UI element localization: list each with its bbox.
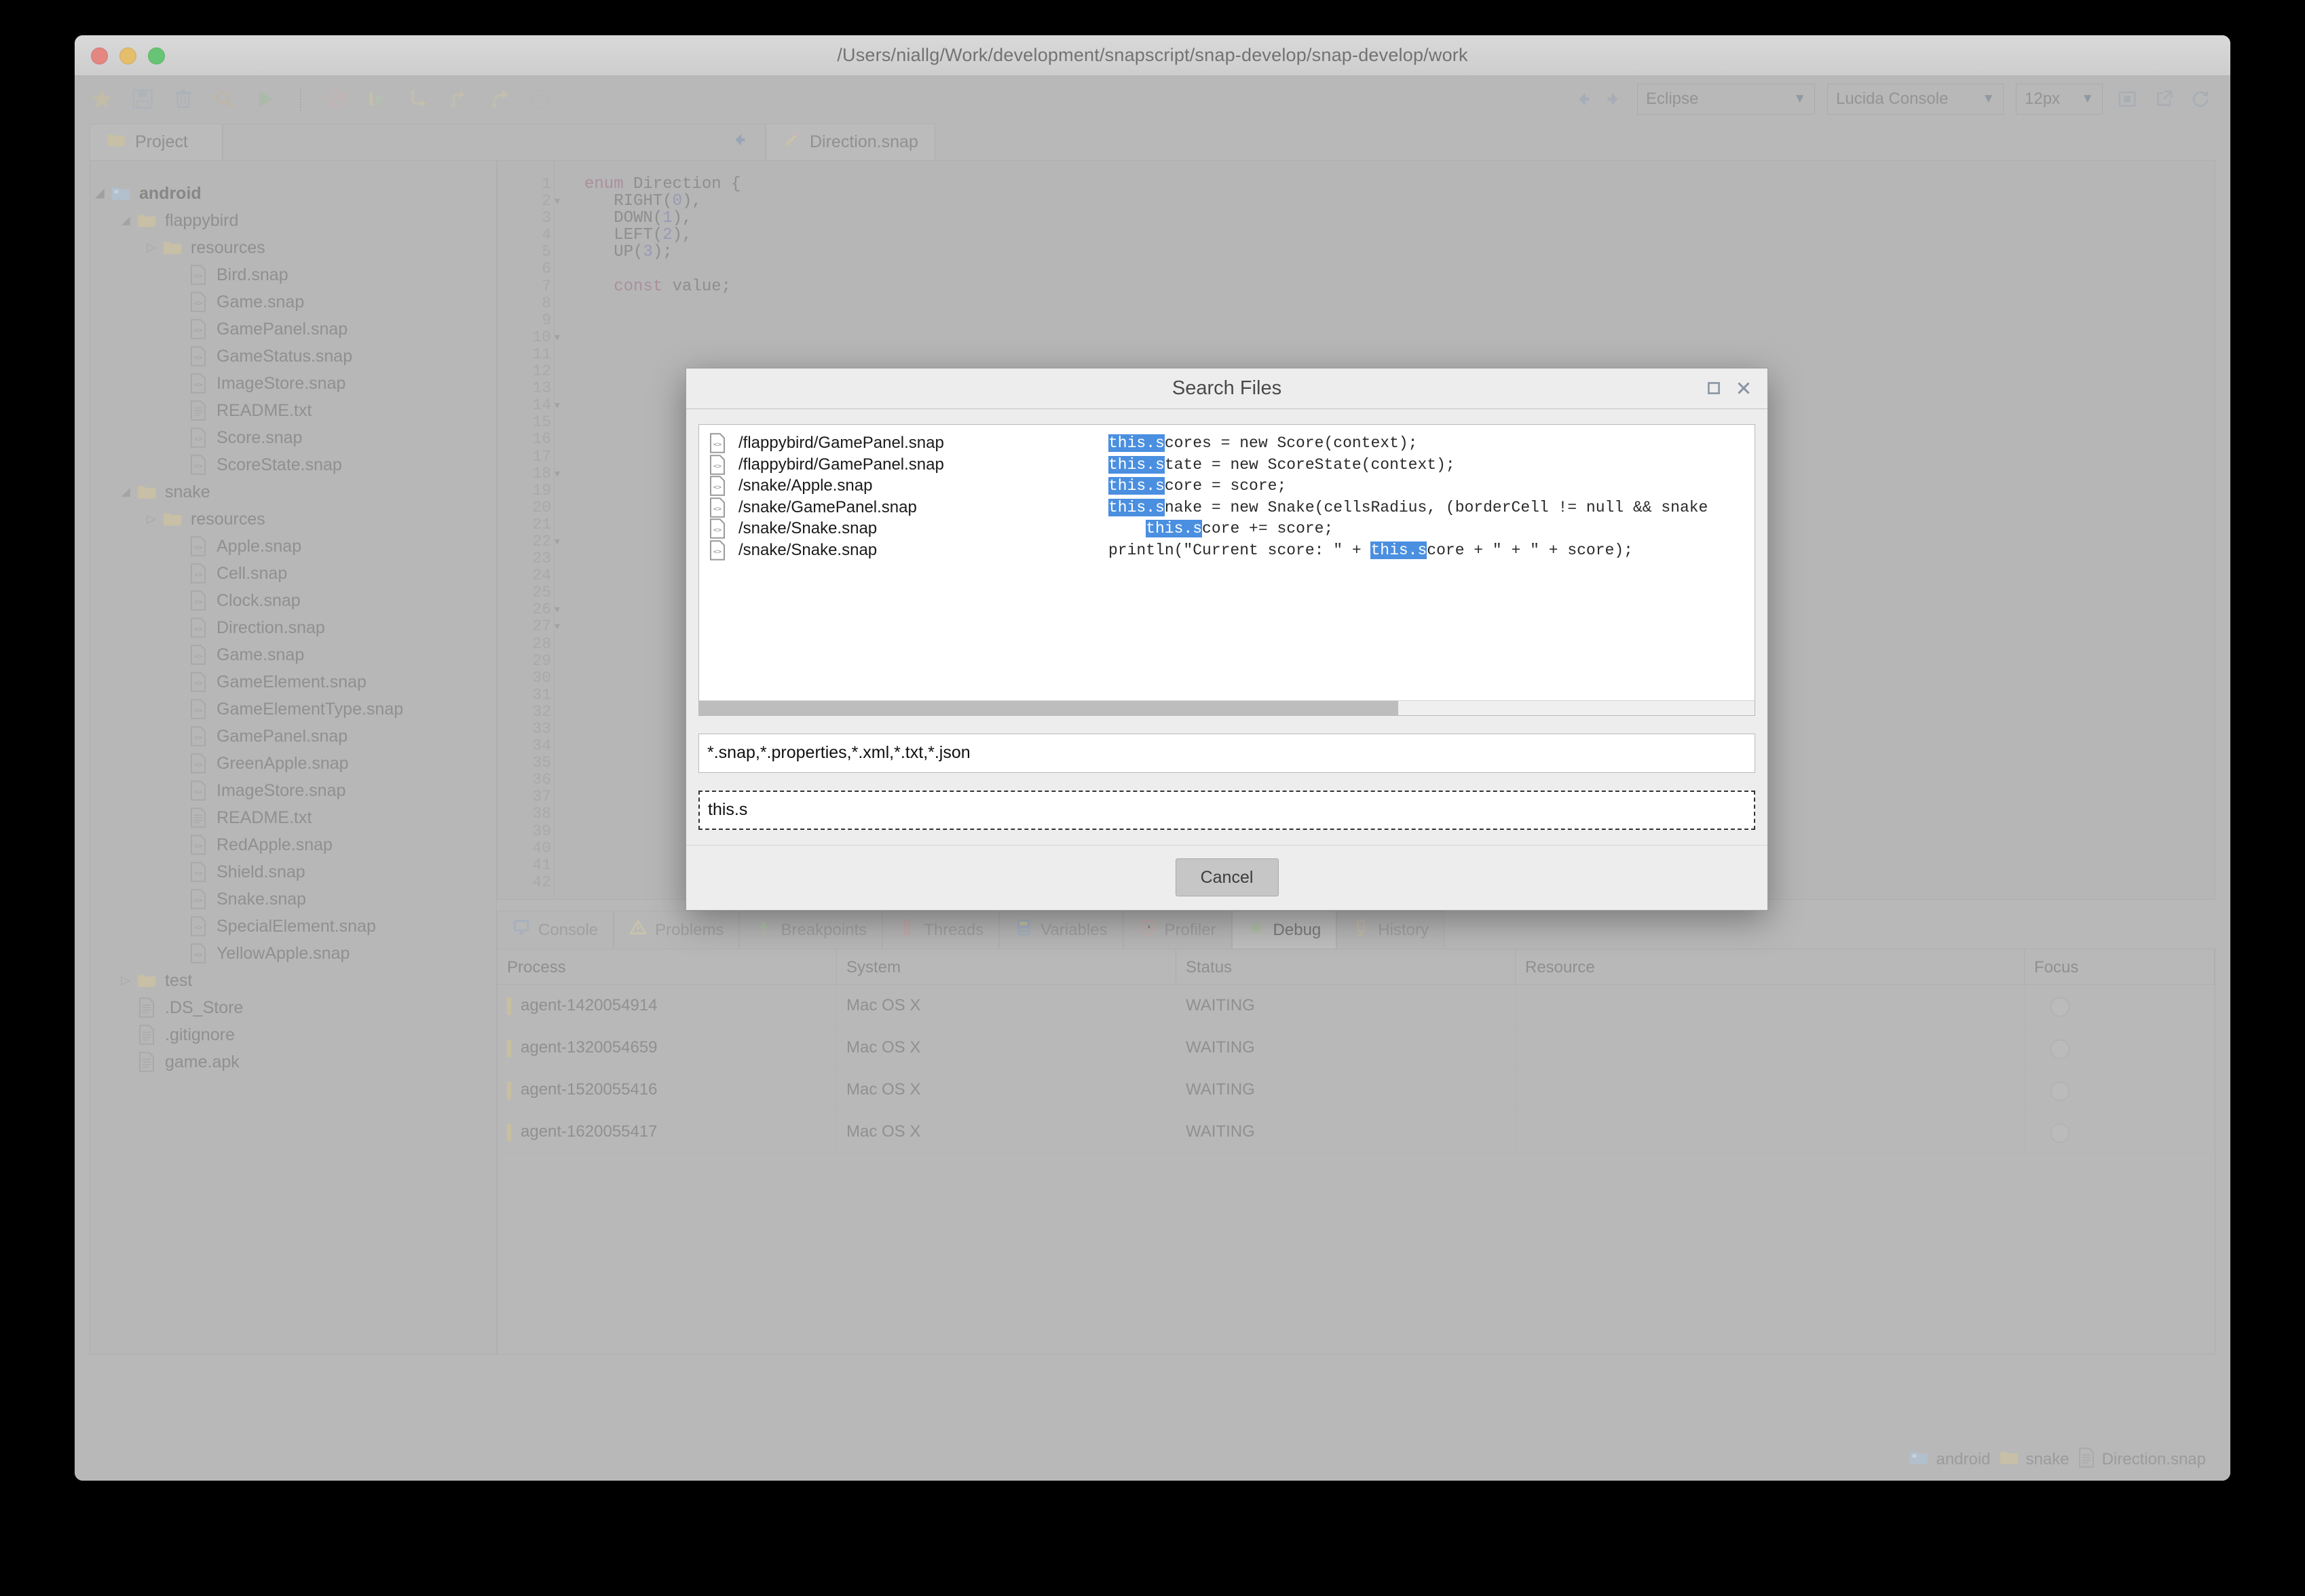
search-term-value: this.s — [708, 800, 748, 820]
snippet-prefix: println("Current score: " + — [1108, 541, 1371, 559]
search-result-path: /snake/GamePanel.snap — [738, 497, 917, 516]
file-code-icon: <> — [709, 497, 732, 518]
search-result-path: /snake/Snake.snap — [738, 519, 878, 538]
file-code-icon: <> — [709, 433, 732, 454]
dialog-body: <>/flappybird/GamePanel.snap this.scores … — [686, 409, 1767, 830]
file-code-icon: <> — [709, 518, 732, 539]
file-code-icon: <> — [709, 455, 732, 475]
svg-text:<>: <> — [713, 441, 722, 449]
search-result-snippet: this.state = new ScoreState(context); — [1108, 455, 1455, 474]
svg-text:<>: <> — [713, 527, 722, 534]
search-files-dialog: Search Files <> /flappybird/GamePanel.sna… — [686, 368, 1768, 911]
snippet-suffix: cores = new Score(context); — [1164, 434, 1418, 453]
file-filter-value: *.snap,*.properties,*.xml,*.txt,*.json — [707, 743, 971, 763]
svg-text:<>: <> — [713, 484, 722, 491]
search-result-row[interactable]: <> /snake/Snake.snap this.score += score; — [699, 518, 1755, 540]
dialog-footer: Cancel — [686, 844, 1767, 910]
snippet-match: this.s — [1108, 477, 1165, 495]
search-result-path: /flappybird/GamePanel.snap — [738, 455, 944, 474]
maximize-icon[interactable] — [1705, 379, 1723, 397]
dialog-title: Search Files — [1172, 377, 1282, 399]
screen: /Users/niallg/Work/development/snapscrip… — [0, 0, 2305, 1596]
search-results-list[interactable]: <>/flappybird/GamePanel.snap this.scores … — [698, 423, 1755, 716]
search-result-snippet: this.scores = new Score(context); — [1108, 434, 1418, 453]
svg-text:<>: <> — [713, 463, 722, 470]
search-result-path: /snake/Snake.snap — [738, 540, 878, 559]
snippet-match: this.s — [1146, 520, 1203, 538]
file-code-icon: <> — [709, 476, 732, 497]
search-result-snippet: this.score = score; — [1108, 477, 1286, 495]
snippet-match: this.s — [1108, 455, 1165, 474]
scrollbar-thumb[interactable] — [699, 700, 1398, 715]
svg-text:<>: <> — [713, 506, 722, 513]
dialog-titlebar: Search Files — [686, 368, 1767, 409]
snippet-match: this.s — [1370, 541, 1427, 559]
search-result-path: /flappybird/GamePanel.snap — [738, 434, 944, 453]
search-result-row[interactable]: <> /snake/Apple.snap this.score = score; — [699, 476, 1755, 497]
file-code-icon: <> — [709, 540, 732, 560]
close-icon[interactable] — [1735, 379, 1753, 397]
snippet-suffix: nake = new Snake(cellsRadius, (borderCel… — [1164, 498, 1708, 516]
snippet-suffix: core + " + " + score); — [1427, 541, 1633, 559]
app-window: /Users/niallg/Work/development/snapscrip… — [75, 35, 2230, 1481]
search-result-snippet: this.score += score; — [1108, 520, 1334, 538]
search-result-path: /snake/Apple.snap — [738, 476, 873, 495]
snippet-suffix: tate = new ScoreState(context); — [1164, 455, 1455, 474]
svg-text:<>: <> — [713, 548, 722, 556]
cancel-button[interactable]: Cancel — [1175, 858, 1279, 897]
snippet-suffix: core = score; — [1164, 477, 1287, 495]
snippet-suffix: core += score; — [1202, 520, 1334, 538]
search-result-row[interactable]: <> /flappybird/GamePanel.snap this.scores … — [699, 433, 1755, 455]
search-result-row[interactable]: <> /snake/GamePanel.snap this.snake = new … — [699, 497, 1755, 518]
snippet-match: this.s — [1108, 434, 1165, 453]
snippet-match: this.s — [1108, 498, 1165, 516]
search-result-row[interactable]: <> /snake/Snake.snap println("Current scor… — [699, 539, 1755, 561]
search-result-snippet: println("Current score: " + this.score +… — [1108, 541, 1633, 559]
search-result-snippet: this.snake = new Snake(cellsRadius, (bor… — [1108, 498, 1708, 516]
search-result-row[interactable]: <> /flappybird/GamePanel.snap this.state =… — [699, 454, 1755, 476]
file-filter-input[interactable]: *.snap,*.properties,*.xml,*.txt,*.json — [698, 733, 1755, 773]
dialog-window-buttons — [1705, 379, 1753, 397]
results-horizontal-scrollbar[interactable] — [699, 700, 1755, 715]
search-term-input[interactable]: this.s — [698, 790, 1755, 830]
